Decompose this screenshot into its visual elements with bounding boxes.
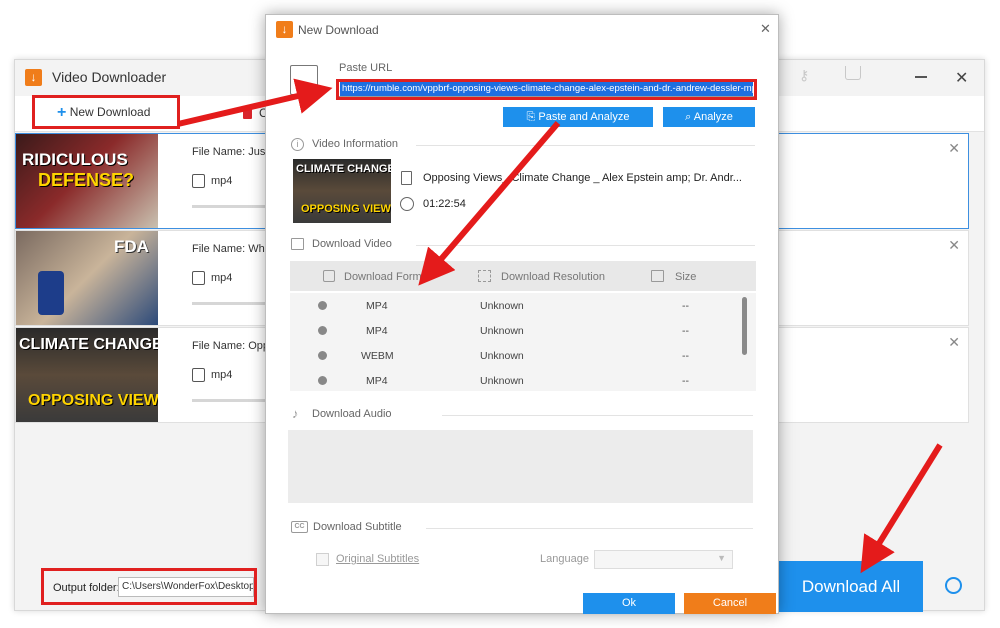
arrow-to-formats: [418, 121, 561, 286]
arrow-to-download-all: [860, 443, 943, 574]
arrow-to-url: [177, 78, 333, 127]
annotation-arrows: [177, 78, 943, 574]
